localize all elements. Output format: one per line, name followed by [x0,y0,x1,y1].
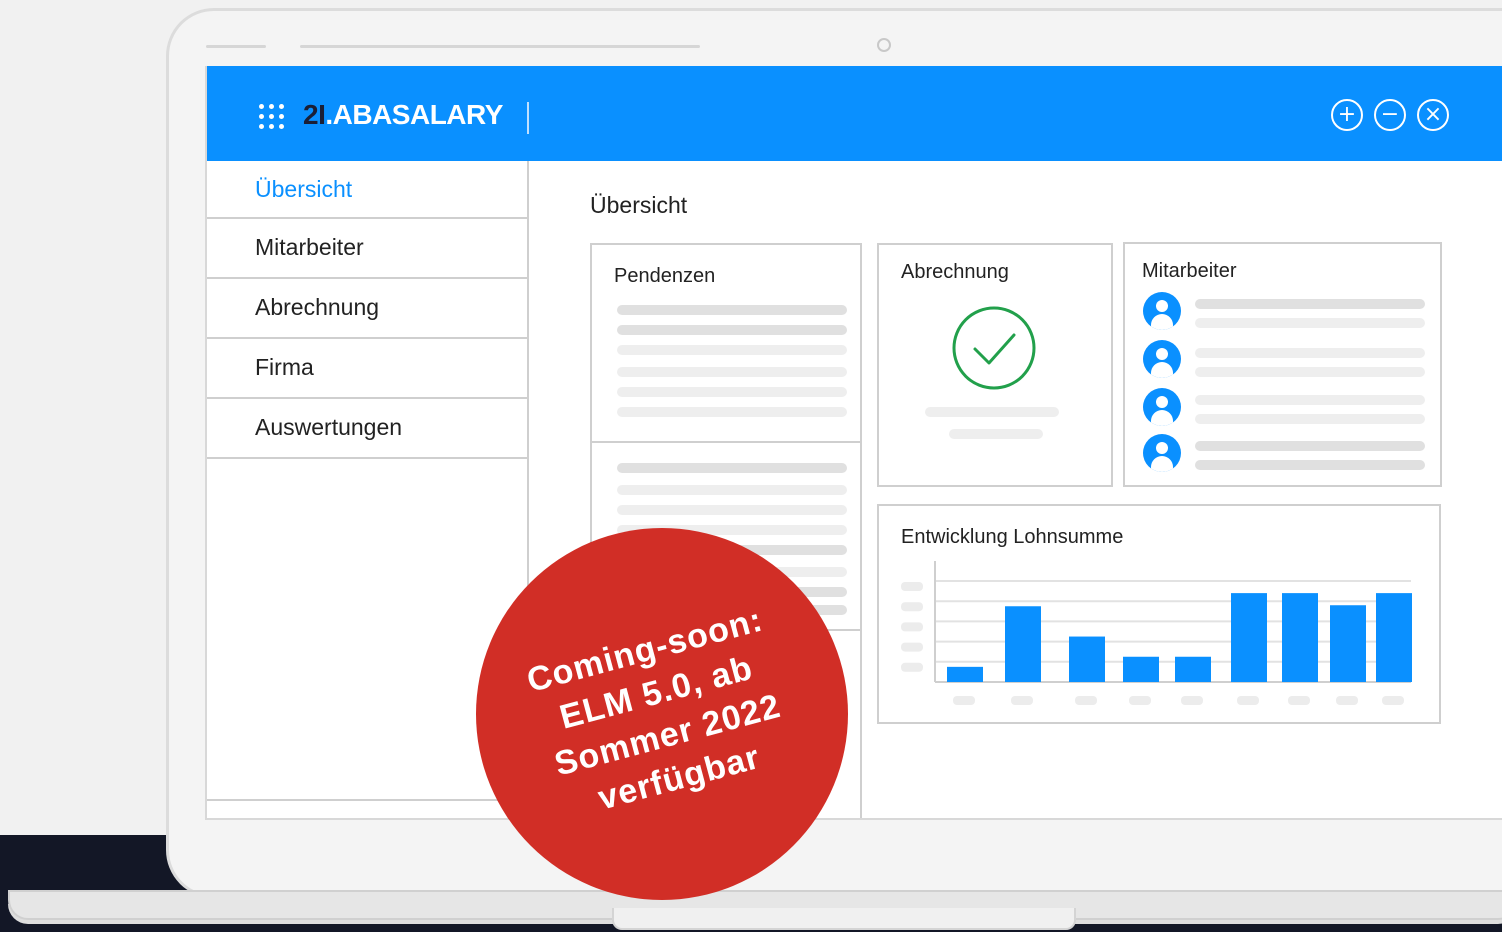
y-tick-placeholder [901,642,923,652]
chart-bar [1123,656,1159,682]
placeholder-line [617,407,847,417]
placeholder-line [1195,414,1425,424]
abrechnung-card[interactable]: Abrechnung [877,243,1113,487]
sidebar-item-abrechnung[interactable]: Abrechnung [207,279,527,339]
checkmark-icon [952,306,1036,390]
placeholder-line [1195,460,1425,470]
user-avatar-icon [1143,292,1181,330]
chart-bar [947,666,983,682]
x-tick-placeholder [1336,696,1358,705]
placeholder-line [617,325,847,335]
pendenzen-title: Pendenzen [614,265,716,287]
x-tick-placeholder [1288,696,1310,705]
sidebar-item-mitarbeiter[interactable]: Mitarbeiter [207,219,527,279]
y-tick-placeholder [901,622,923,632]
lid-decoration [206,45,266,48]
x-tick-placeholder [1181,696,1203,705]
coming-soon-badge: Coming-soon: ELM 5.0, ab Sommer 2022 ver… [476,528,848,900]
placeholder-line [617,505,847,515]
x-tick-placeholder [1011,696,1033,705]
chart-bar [1231,593,1267,682]
minimize-icon[interactable]: − [1374,99,1406,131]
brand-divider [527,102,529,134]
app-screen: 2I.ABASALARY + − × Übersicht Mitarbeiter… [205,66,1502,820]
lohnsumme-chart [901,561,1412,705]
laptop-notch [612,908,1076,930]
sidebar-item-firma[interactable]: Firma [207,339,527,399]
camera-icon [877,38,891,52]
placeholder-line [1195,441,1425,451]
user-avatar-icon [1143,434,1181,472]
placeholder-line [617,305,847,315]
brand-number: 2I [303,99,326,130]
placeholder-line [617,345,847,355]
mitarbeiter-card[interactable]: Mitarbeiter [1123,242,1442,487]
chart-bar [1069,636,1105,682]
sidebar-item-auswertungen[interactable]: Auswertungen [207,399,527,459]
x-tick-placeholder [1075,696,1097,705]
title-bar: 2I.ABASALARY + − × [207,66,1502,161]
chart-bar [1376,593,1412,682]
placeholder-line [617,485,847,495]
chart-bar [1282,593,1318,682]
chart-bar [1175,656,1211,682]
chart-bar [1330,605,1366,682]
lohnsumme-title: Entwicklung Lohnsumme [901,526,1124,548]
placeholder-line [617,463,847,473]
card-divider [592,441,862,443]
placeholder-line [1195,299,1425,309]
placeholder-line [925,407,1059,417]
user-avatar-icon [1143,388,1181,426]
user-avatar-icon [1143,340,1181,378]
mitarbeiter-title: Mitarbeiter [1142,260,1237,282]
chart-bar [1005,606,1041,682]
placeholder-line [949,429,1043,439]
page-title: Übersicht [590,192,688,218]
app-grid-icon[interactable] [259,104,285,130]
close-icon[interactable]: × [1417,99,1449,131]
placeholder-line [617,387,847,397]
x-tick-placeholder [953,696,975,705]
brand-name: .ABASALARY [325,99,503,130]
placeholder-line [1195,367,1425,377]
sidebar-item-uebersicht[interactable]: Übersicht [207,161,527,219]
placeholder-line [1195,348,1425,358]
x-tick-placeholder [1129,696,1151,705]
placeholder-line [1195,318,1425,328]
y-tick-placeholder [901,602,923,612]
app-brand: 2I.ABASALARY [303,99,503,131]
placeholder-line [1195,395,1425,405]
add-icon[interactable]: + [1331,99,1363,131]
y-tick-placeholder [901,582,923,591]
placeholder-line [617,367,847,377]
x-tick-placeholder [1237,696,1259,705]
badge-text: Coming-soon: ELM 5.0, ab Sommer 2022 ver… [485,588,840,841]
lohnsumme-card[interactable]: Entwicklung Lohnsumme [877,504,1441,724]
abrechnung-title: Abrechnung [901,261,1009,283]
y-tick-placeholder [901,662,923,672]
lid-decoration [300,45,700,48]
x-tick-placeholder [1382,696,1404,705]
